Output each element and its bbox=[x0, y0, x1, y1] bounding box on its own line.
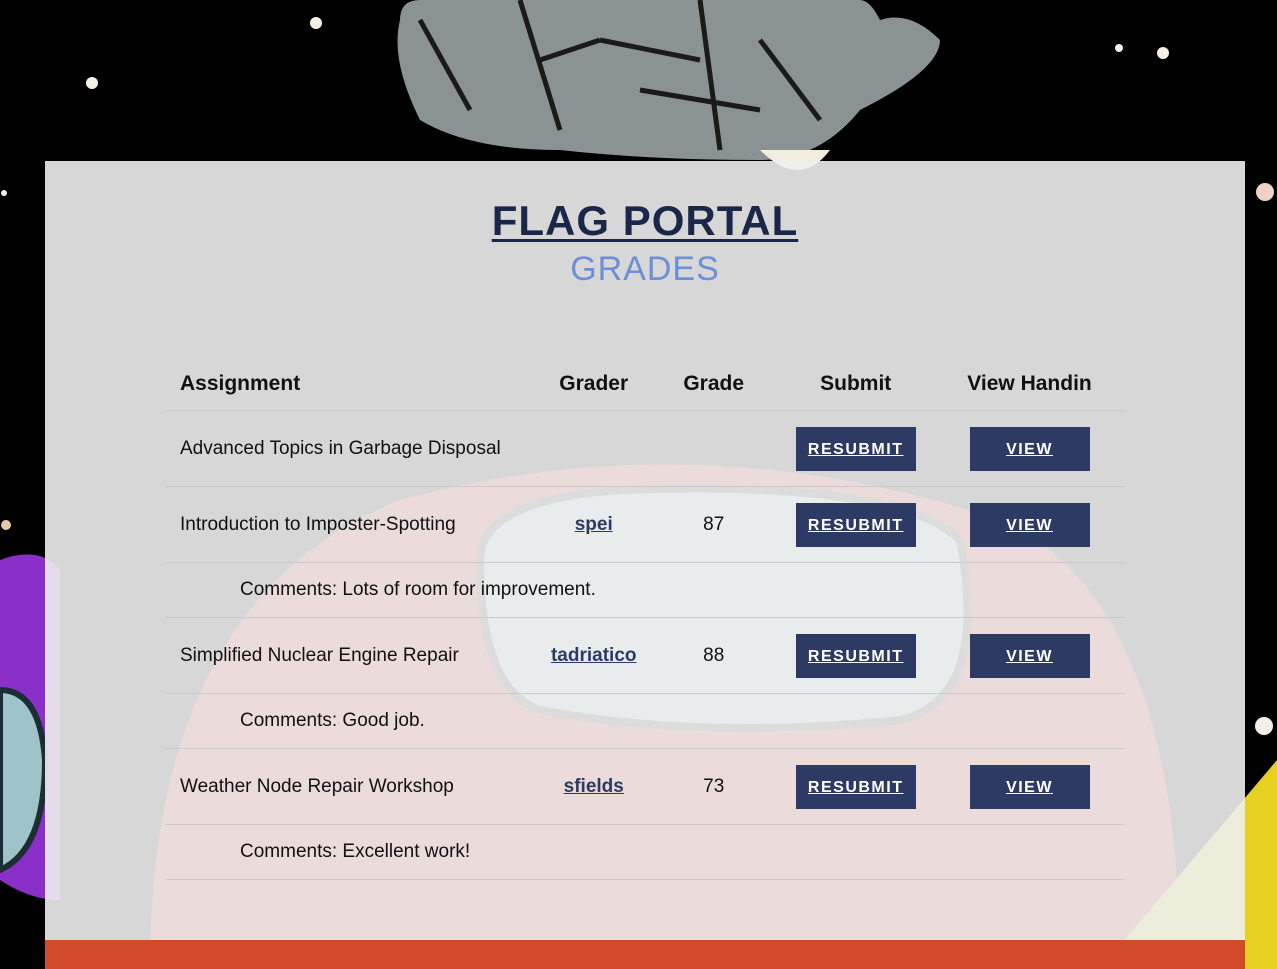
resubmit-button[interactable]: RESUBMIT bbox=[795, 502, 916, 547]
page-title[interactable]: FLAG PORTAL bbox=[45, 197, 1245, 245]
view-cell: VIEW bbox=[934, 426, 1125, 471]
grader-link[interactable]: spei bbox=[575, 514, 613, 535]
header-submit: Submit bbox=[820, 371, 892, 395]
grades-table: Assignment Grader Grade Submit View Hand… bbox=[165, 357, 1125, 880]
comment-text: Comments: Excellent work! bbox=[240, 841, 471, 862]
resubmit-button[interactable]: RESUBMIT bbox=[795, 426, 916, 471]
resubmit-button[interactable]: RESUBMIT bbox=[795, 633, 916, 678]
page-subtitle: GRADES bbox=[570, 250, 720, 288]
table-row: Advanced Topics in Garbage Disposal RESU… bbox=[165, 411, 1125, 487]
header-assignment: Assignment bbox=[180, 371, 301, 395]
table-header-row: Assignment Grader Grade Submit View Hand… bbox=[165, 357, 1125, 411]
grader-link[interactable]: sfields bbox=[564, 776, 624, 797]
view-handin-button[interactable]: VIEW bbox=[969, 633, 1090, 678]
view-cell: VIEW bbox=[934, 633, 1125, 678]
view-handin-button[interactable]: VIEW bbox=[969, 764, 1090, 809]
view-cell: VIEW bbox=[934, 764, 1125, 809]
header-grader: Grader bbox=[559, 371, 629, 395]
assignment-name: Introduction to Imposter-Spotting bbox=[180, 513, 456, 535]
header-view-handin: View Handin bbox=[967, 371, 1092, 395]
view-handin-button[interactable]: VIEW bbox=[969, 426, 1090, 471]
grade-value: 87 bbox=[703, 513, 725, 535]
grader-cell: tadriatico bbox=[537, 645, 650, 667]
view-cell: VIEW bbox=[934, 502, 1125, 547]
assignment-name: Advanced Topics in Garbage Disposal bbox=[180, 437, 501, 459]
grader-cell: spei bbox=[537, 514, 650, 536]
comment-row: Comments: Excellent work! bbox=[165, 825, 1125, 880]
grader-cell: sfields bbox=[537, 776, 650, 798]
comment-row: Comments: Good job. bbox=[165, 694, 1125, 749]
assignment-name: Simplified Nuclear Engine Repair bbox=[180, 644, 459, 666]
submit-cell: RESUBMIT bbox=[777, 764, 934, 809]
resubmit-button[interactable]: RESUBMIT bbox=[795, 764, 916, 809]
grades-panel: FLAG PORTAL GRADES Assignment Grader Gra… bbox=[45, 161, 1245, 940]
submit-cell: RESUBMIT bbox=[777, 426, 934, 471]
comment-text: Comments: Good job. bbox=[240, 710, 425, 731]
assignment-name: Weather Node Repair Workshop bbox=[180, 775, 454, 797]
grade-value: 73 bbox=[703, 775, 725, 797]
grader-link[interactable]: tadriatico bbox=[551, 645, 637, 666]
table-row: Simplified Nuclear Engine Repair tadriat… bbox=[165, 618, 1125, 694]
comment-text: Comments: Lots of room for improvement. bbox=[240, 579, 596, 600]
table-row: Introduction to Imposter-Spotting spei 8… bbox=[165, 487, 1125, 563]
header-grade: Grade bbox=[683, 371, 745, 395]
comment-row: Comments: Lots of room for improvement. bbox=[165, 563, 1125, 618]
submit-cell: RESUBMIT bbox=[777, 502, 934, 547]
table-row: Weather Node Repair Workshop sfields 73 … bbox=[165, 749, 1125, 825]
grade-value: 88 bbox=[703, 644, 725, 666]
submit-cell: RESUBMIT bbox=[777, 633, 934, 678]
view-handin-button[interactable]: VIEW bbox=[969, 502, 1090, 547]
